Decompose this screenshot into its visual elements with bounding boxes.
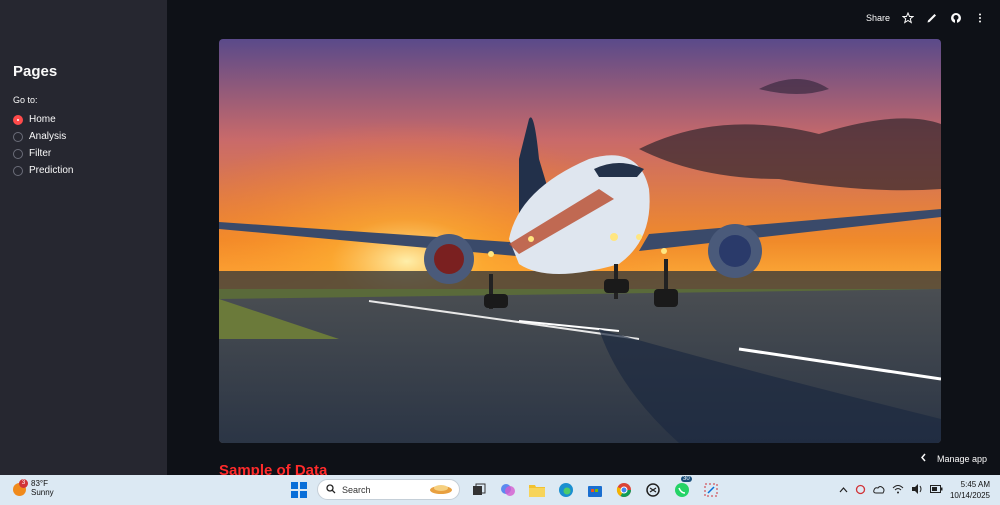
cloud-icon[interactable]: [873, 485, 885, 496]
windows-start-icon[interactable]: [288, 479, 309, 500]
taskbar-search[interactable]: Search: [317, 479, 460, 500]
task-view-icon[interactable]: [468, 479, 489, 500]
manage-app-button[interactable]: Manage app: [920, 453, 987, 464]
radio-unselected-icon[interactable]: [13, 165, 23, 176]
page-radio-group: Home Analysis Filter Prediction: [13, 111, 73, 179]
radio-option-home[interactable]: Home: [13, 111, 73, 128]
edge-icon[interactable]: [555, 479, 576, 500]
radio-label: Prediction: [29, 165, 74, 176]
chrome-icon[interactable]: [613, 479, 634, 500]
volume-icon[interactable]: [911, 484, 923, 496]
copilot-icon[interactable]: [497, 479, 518, 500]
search-icon: [326, 483, 336, 496]
sun-icon: 3: [13, 479, 28, 496]
github-icon[interactable]: [950, 12, 962, 24]
radio-option-analysis[interactable]: Analysis: [13, 128, 73, 145]
radio-option-prediction[interactable]: Prediction: [13, 162, 73, 179]
notification-badge: 3: [19, 479, 28, 488]
main-content: Share Sample of Data: [167, 0, 1000, 475]
radio-selected-icon[interactable]: [13, 114, 23, 125]
section-title: Sample of Data: [219, 462, 328, 475]
store-icon[interactable]: [584, 479, 605, 500]
chevron-left-icon: [920, 453, 927, 464]
whatsapp-badge: 30: [681, 476, 692, 482]
app-toolbar: Share: [866, 12, 986, 24]
goto-label: Go to:: [13, 95, 38, 105]
more-vertical-icon[interactable]: [974, 12, 986, 24]
taskbar-center: Search 30: [288, 476, 721, 500]
windows-taskbar: 3 83°F Sunny Search 30 5:45 AM 10/14/202…: [0, 475, 1000, 505]
manage-app-label: Manage app: [937, 453, 988, 464]
pencil-icon[interactable]: [926, 12, 938, 24]
weather-desc: Sunny: [31, 488, 54, 497]
clock[interactable]: 5:45 AM 10/14/2025: [950, 479, 990, 501]
sidebar-title: Pages: [13, 63, 58, 80]
chevron-up-icon[interactable]: [839, 486, 848, 495]
search-placeholder: Search: [342, 484, 371, 495]
weather-temp: 83°F: [31, 479, 48, 488]
snipping-tool-icon[interactable]: [700, 479, 721, 500]
clock-time: 5:45 AM: [960, 480, 990, 489]
share-button[interactable]: Share: [866, 13, 890, 23]
wifi-icon[interactable]: [892, 484, 904, 496]
file-explorer-icon[interactable]: [526, 479, 547, 500]
hero-image: [219, 39, 941, 443]
radio-label: Analysis: [29, 131, 67, 142]
radio-label: Home: [29, 114, 56, 125]
chatgpt-icon[interactable]: [642, 479, 663, 500]
weather-widget[interactable]: 3 83°F Sunny: [13, 479, 54, 497]
radio-unselected-icon[interactable]: [13, 148, 23, 159]
radio-unselected-icon[interactable]: [13, 131, 23, 142]
radio-option-filter[interactable]: Filter: [13, 145, 73, 162]
battery-icon[interactable]: [929, 485, 943, 495]
sync-icon[interactable]: [855, 484, 866, 497]
system-tray: 5:45 AM 10/14/2025: [839, 479, 990, 501]
sidebar: Pages Go to: Home Analysis Filter Predic…: [0, 0, 167, 475]
whatsapp-icon[interactable]: 30: [671, 476, 692, 500]
streamlit-app: Pages Go to: Home Analysis Filter Predic…: [0, 0, 1000, 475]
clock-date: 10/14/2025: [949, 491, 990, 500]
star-icon[interactable]: [902, 12, 914, 24]
radio-label: Filter: [29, 148, 52, 159]
search-highlight-icon: [429, 483, 453, 497]
